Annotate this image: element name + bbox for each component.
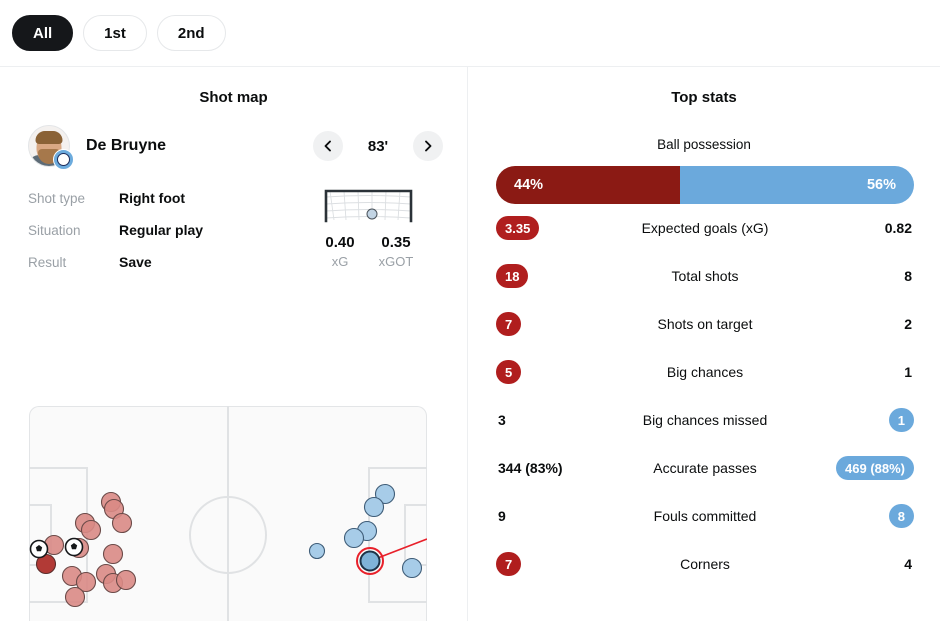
stat-away-value: 4 — [784, 556, 914, 572]
player-name: De Bruyne — [86, 137, 167, 154]
stat-away-text: 1 — [904, 364, 912, 380]
stat-away-badge: 1 — [888, 408, 914, 432]
stat-home-badge: 7 — [496, 552, 522, 576]
tab-all[interactable]: All — [12, 15, 74, 51]
top-stats-panel: Top stats Ball possession 44% 56% 3.35 Ex… — [467, 67, 940, 621]
detail-label: Result — [28, 254, 67, 270]
stat-home-text: 344 (83%) — [498, 460, 563, 476]
stat-away-text: 4 — [904, 556, 912, 572]
possession-label: Ball possession — [657, 137, 751, 152]
shot-detail-table: Shot type Right foot Situation Regular p… — [28, 182, 293, 278]
stat-row: 3 Big chances missed 1 — [468, 396, 940, 444]
period-filter-tabs: All 1st 2nd — [0, 0, 940, 67]
chevron-left-icon — [324, 140, 331, 152]
stat-row: 5 Big chances 1 — [468, 348, 940, 396]
xg-value: 0.40 — [325, 234, 355, 251]
stat-home-value: 18 — [496, 264, 626, 288]
stat-home-value: 5 — [496, 360, 626, 384]
xg-label: xG — [331, 254, 349, 269]
goal-ball-icon — [29, 539, 49, 559]
stat-away-badge: 469 (88%) — [836, 456, 914, 480]
stat-home-badge: 3.35 — [496, 216, 540, 240]
detail-label: Shot type — [28, 190, 86, 206]
content-body: Shot map De Bruyne 83' Shot type Right f… — [0, 67, 940, 621]
stat-away-value: 8 — [784, 504, 914, 528]
shot-details: Shot type Right foot Situation Regular p… — [0, 166, 467, 278]
detail-label: Situation — [28, 222, 81, 238]
goal-net-icon — [324, 189, 412, 223]
stat-home-badge: 7 — [496, 312, 522, 336]
detail-row-situation: Situation Regular play — [28, 214, 293, 246]
stat-home-badge: 18 — [496, 264, 529, 288]
stat-home-value: 7 — [496, 552, 626, 576]
possession-away-value: 56% — [679, 166, 914, 204]
goal-frame — [321, 187, 416, 225]
stat-label: Big chances — [666, 364, 744, 380]
stat-row: 18 Total shots 8 — [468, 252, 940, 300]
stat-row: 344 (83%) Accurate passes 469 (88%) — [468, 444, 940, 492]
stat-home-value: 3.35 — [496, 216, 626, 240]
stat-row: 3.35 Expected goals (xG) 0.82 — [468, 204, 940, 252]
stat-label: Shots on target — [657, 316, 753, 332]
xgot-label: xGOT — [378, 254, 414, 269]
detail-value: Right foot — [119, 190, 186, 206]
goal-shot-marker — [366, 208, 378, 220]
stat-home-value: 3 — [496, 412, 626, 428]
detail-row-shot-type: Shot type Right foot — [28, 182, 293, 214]
shot-navigation: 83' — [313, 131, 443, 161]
shot-map-panel: Shot map De Bruyne 83' Shot type Right f… — [0, 67, 467, 621]
xg-values: 0.40 0.35 — [312, 234, 424, 251]
chevron-right-icon — [425, 140, 432, 152]
stat-row: 9 Fouls committed 8 — [468, 492, 940, 540]
stat-home-value: 9 — [496, 508, 626, 524]
player-header: De Bruyne 83' — [0, 106, 467, 170]
stat-label: Expected goals (xG) — [641, 220, 769, 236]
stat-away-value: 8 — [784, 268, 914, 284]
stat-away-value: 2 — [784, 316, 914, 332]
detail-row-result: Result Save — [28, 246, 293, 278]
detail-value: Regular play — [119, 222, 204, 238]
stat-away-value: 0.82 — [784, 220, 914, 236]
stat-away-text: 2 — [904, 316, 912, 332]
stat-home-value: 7 — [496, 312, 626, 336]
possession-bar: 44% 56% — [496, 166, 914, 204]
stat-away-text: 0.82 — [884, 220, 912, 236]
stat-label: Total shots — [671, 268, 739, 284]
stat-label: Fouls committed — [653, 508, 757, 524]
top-stats-title: Top stats — [671, 89, 737, 106]
pitch[interactable] — [29, 406, 427, 621]
tab-2nd[interactable]: 2nd — [156, 15, 226, 51]
stat-away-value: 1 — [784, 364, 914, 380]
avatar — [28, 125, 74, 170]
goal-mini-diagram: 0.40 0.35 xG xGOT — [293, 182, 443, 278]
stat-away-badge: 8 — [888, 504, 914, 528]
stat-away-text: 8 — [904, 268, 912, 284]
possession-home-value: 44% — [496, 166, 680, 204]
team-badge-icon — [53, 149, 74, 170]
tab-1st[interactable]: 1st — [83, 15, 147, 51]
xgot-value: 0.35 — [381, 234, 411, 251]
stat-row: 7 Corners 4 — [468, 540, 940, 588]
stat-row: 7 Shots on target 2 — [468, 300, 940, 348]
prev-shot-button[interactable] — [313, 131, 343, 161]
stat-label: Corners — [680, 556, 730, 572]
stat-away-value: 1 — [784, 408, 914, 432]
next-shot-button[interactable] — [413, 131, 443, 161]
stat-label: Big chances missed — [642, 412, 768, 428]
stat-label: Accurate passes — [653, 460, 757, 476]
stat-home-text: 9 — [498, 508, 506, 524]
stat-home-value: 344 (83%) — [496, 460, 626, 476]
shot-minute: 83' — [367, 137, 389, 155]
stat-home-text: 3 — [498, 412, 506, 428]
pitch-svg — [29, 406, 427, 621]
detail-value: Save — [119, 254, 152, 270]
goal-ball-icon — [64, 537, 84, 557]
shot-map-title: Shot map — [199, 89, 268, 106]
stat-away-value: 469 (88%) — [784, 456, 914, 480]
stat-rows: 3.35 Expected goals (xG) 0.82 18 Total shots… — [468, 204, 940, 588]
stat-home-badge: 5 — [496, 360, 522, 384]
xg-labels: xG xGOT — [312, 254, 424, 269]
